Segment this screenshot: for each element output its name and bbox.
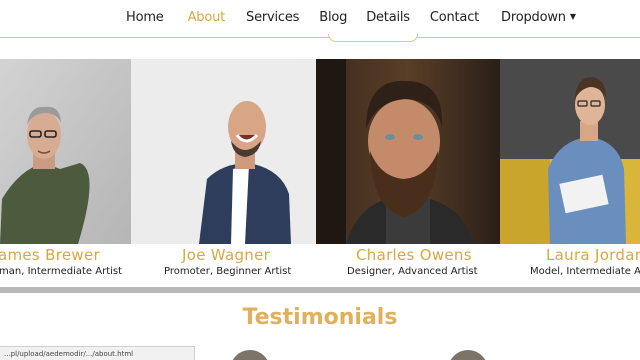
nav-item-details[interactable]: Details xyxy=(366,10,410,25)
chevron-down-icon: ▼ xyxy=(569,12,576,21)
team-member-name: Charles Owens xyxy=(356,246,472,264)
team-member-role: Designer, Advanced Artist xyxy=(347,266,478,277)
team-photo-joe xyxy=(131,59,316,244)
nav-menu: Home About Services Blog Details Contact… xyxy=(126,10,576,25)
browser-status-url: ...pl/upload/aedemodir/.../about.html xyxy=(0,346,195,360)
portrait-image xyxy=(0,59,131,244)
team-member-name: ames Brewer xyxy=(0,246,100,264)
testimonial-avatar xyxy=(230,350,270,360)
portrait-image xyxy=(500,59,640,244)
portrait-image xyxy=(131,59,316,244)
testimonials-heading: Testimonials xyxy=(242,305,398,330)
nav-button-outline[interactable] xyxy=(328,34,418,42)
nav-item-contact[interactable]: Contact xyxy=(430,10,479,25)
nav-dropdown-label: Dropdown xyxy=(501,10,566,25)
team-photo-laura xyxy=(500,59,640,244)
nav-item-dropdown[interactable]: Dropdown ▼ xyxy=(501,10,576,25)
team-photo-charles xyxy=(316,59,500,244)
portrait-image xyxy=(316,59,500,244)
team-member-role: man, Intermediate Artist xyxy=(0,266,123,277)
team-photo-strip xyxy=(0,59,640,244)
nav-item-services[interactable]: Services xyxy=(246,10,299,25)
team-member-role: Model, Intermediate Ar xyxy=(530,266,640,277)
team-photo-james xyxy=(0,59,131,244)
top-navbar: Home About Services Blog Details Contact… xyxy=(0,0,640,38)
nav-item-about[interactable]: About xyxy=(188,10,226,25)
testimonial-avatar xyxy=(448,350,488,360)
team-member-name: Laura Jordan xyxy=(546,246,640,264)
team-member-name: Joe Wagner xyxy=(182,246,271,264)
team-member-role: Promoter, Beginner Artist xyxy=(164,266,292,277)
nav-item-home[interactable]: Home xyxy=(126,10,164,25)
section-divider xyxy=(0,287,640,293)
nav-item-blog[interactable]: Blog xyxy=(319,10,347,25)
